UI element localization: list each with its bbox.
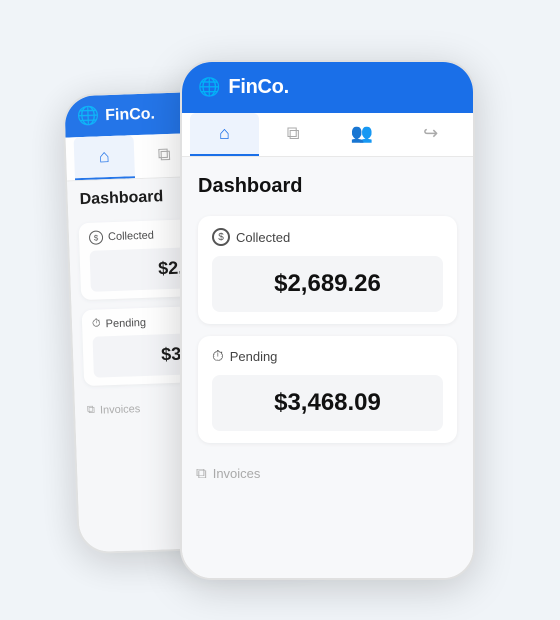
- back-dollar-icon: $: [89, 230, 103, 244]
- phone-front: 🌐 FinCo. ⌂ ⧉ 👥 ↪: [180, 60, 475, 580]
- front-cards-wrapper: $ Collected $2,689.26 ⏱ Pending: [182, 216, 473, 443]
- back-docs-icon: ⧉: [157, 144, 171, 165]
- front-invoices-label: ⧉ Invoices: [182, 455, 473, 492]
- front-collected-amount-box: $2,689.26: [212, 256, 443, 312]
- front-dollar-icon: $: [212, 228, 230, 246]
- front-content-flex: ⌂ ⧉ 👥 ↪ Dashboard: [182, 113, 473, 579]
- front-nav-tabs: ⌂ ⧉ 👥 ↪: [182, 113, 473, 157]
- back-brand-name: FinCo.: [105, 105, 155, 125]
- front-collected-text: Collected: [236, 230, 290, 245]
- back-invoices-icon: ⧉: [87, 404, 95, 417]
- front-invoices-text: Invoices: [213, 466, 261, 481]
- front-collected-card: $ Collected $2,689.26: [198, 216, 457, 324]
- front-team-icon: 👥: [351, 123, 373, 144]
- front-home-icon: ⌂: [219, 123, 230, 144]
- front-collected-amount: $2,689.26: [274, 270, 381, 297]
- back-home-icon: ⌂: [98, 146, 110, 167]
- front-app-header: 🌐 FinCo.: [182, 62, 473, 113]
- front-page-title: Dashboard: [198, 175, 457, 198]
- front-tab-docs[interactable]: ⧉: [259, 113, 328, 156]
- front-tab-home[interactable]: ⌂: [190, 113, 259, 156]
- front-page-title-wrapper: Dashboard: [182, 157, 473, 216]
- front-docs-icon: ⧉: [287, 123, 300, 144]
- front-collected-label: $ Collected: [212, 228, 443, 246]
- front-pending-card: ⏱ Pending $3,468.09: [198, 336, 457, 443]
- front-brand-name: FinCo.: [228, 76, 288, 99]
- back-tab-home[interactable]: ⌂: [74, 135, 135, 180]
- front-tab-logout[interactable]: ↪: [396, 113, 465, 156]
- front-invoices-icon: ⧉: [196, 465, 207, 482]
- front-pending-label: ⏱ Pending: [212, 348, 443, 365]
- back-clock-icon: ⏱: [92, 317, 101, 330]
- front-content-scroll: Dashboard $ Collected $2,689.26: [182, 157, 473, 579]
- front-logout-icon: ↪: [423, 123, 438, 144]
- front-brand-icon: 🌐: [198, 77, 220, 98]
- back-brand-icon: 🌐: [76, 105, 99, 127]
- front-pending-amount-box: $3,468.09: [212, 375, 443, 431]
- phones-container: 🌐 FinCo. ⌂ ⧉ 👥 ↪ Dashboar: [70, 30, 490, 590]
- front-clock-icon: ⏱: [212, 348, 224, 365]
- front-tab-team[interactable]: 👥: [328, 113, 397, 156]
- front-pending-text: Pending: [230, 349, 278, 364]
- front-pending-amount: $3,468.09: [274, 389, 381, 416]
